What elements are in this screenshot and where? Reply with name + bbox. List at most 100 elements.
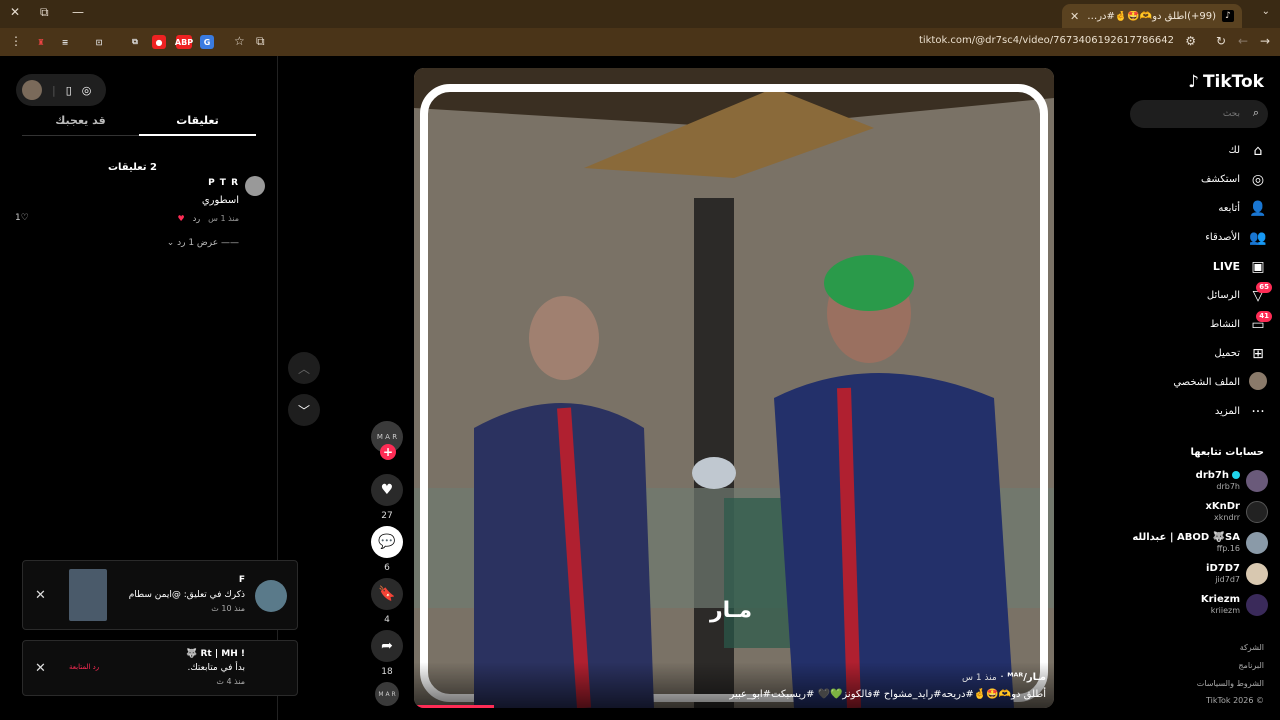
- menu-icon[interactable]: ⋮: [10, 34, 22, 48]
- share-arrow-icon: ➦: [371, 630, 403, 662]
- browser-titlebar: ✕ ⧉ — + ♪ (99+)أطلق دو🫶🤩🤞#دريحه# ✕ ⌄: [0, 0, 1280, 28]
- notification-toast[interactable]: ! Rt | MH 🐺 بدأ في متابعتك. منذ 4 ث رد ا…: [22, 640, 298, 696]
- sidebar-item-friends[interactable]: 👥 الأصدقاء: [1128, 223, 1268, 252]
- avatar[interactable]: [22, 80, 42, 100]
- footer-link-company[interactable]: الشركة: [1240, 643, 1264, 652]
- footer-link-program[interactable]: البرنامج: [1238, 661, 1264, 670]
- following-account[interactable]: xKnDr xkndrr: [1118, 501, 1268, 523]
- upload-icon: ⊞: [1252, 345, 1264, 362]
- tiktok-logo[interactable]: ♪ TikTok: [1188, 72, 1264, 92]
- restore-window-icon[interactable]: ⧉: [40, 5, 49, 20]
- install-app-icon[interactable]: ⧉: [256, 34, 265, 49]
- close-icon[interactable]: ✕: [35, 588, 46, 603]
- comment-meta: منذ 1 س رد ♥: [178, 214, 239, 223]
- adblock-icon[interactable]: ABP: [175, 35, 193, 49]
- share-button[interactable]: ➦ 18: [371, 630, 403, 677]
- close-icon[interactable]: ✕: [35, 661, 46, 676]
- sidebar-item-profile[interactable]: الملف الشخصي: [1128, 368, 1268, 397]
- video-caption: مـار/ᴹᴬᴿ · منذ 1 س أطلق دو🫶🤩🤞#دريحه#رايد…: [414, 662, 1054, 708]
- comment-text: اسطوري: [201, 195, 239, 206]
- tab-list-chevron-icon[interactable]: ⌄: [1262, 6, 1270, 17]
- following-account[interactable]: drb7h drb7h: [1118, 470, 1268, 492]
- minimize-window-icon[interactable]: —: [72, 5, 84, 19]
- sidebar-item-upload[interactable]: ⊞ تحميل: [1128, 339, 1268, 368]
- sidebar-item-label: الأصدقاء: [1205, 232, 1240, 243]
- follow-back-button[interactable]: رد المتابعة: [69, 663, 99, 671]
- account-name: Kriezm: [1200, 594, 1240, 605]
- sidebar-item-following[interactable]: 👤 أتابعه: [1128, 194, 1268, 223]
- sidebar-item-live[interactable]: ▣ LIVE: [1128, 252, 1268, 281]
- tab-title: (99+)أطلق دو🫶🤩🤞#دريحه#: [1085, 10, 1216, 22]
- video-thumbnail[interactable]: [69, 569, 107, 621]
- comment-author[interactable]: P T R: [208, 178, 239, 188]
- avatar[interactable]: [245, 176, 265, 196]
- following-account[interactable]: Kriezm kriiezm: [1118, 594, 1268, 616]
- next-video-button[interactable]: ﹀: [288, 394, 320, 426]
- search-placeholder: بحث: [1222, 109, 1240, 119]
- notification-toast[interactable]: F ذكرك في تعليق: @ايمن سطام منذ 10 ث ✕: [22, 560, 298, 630]
- sidebar-item-label: استكشف: [1201, 174, 1240, 185]
- footer-link-terms[interactable]: الشروط والسياسات: [1197, 679, 1264, 688]
- music-disc[interactable]: M A R: [371, 682, 403, 706]
- view-replies-button[interactable]: —— عرض 1 رد ⌄: [167, 238, 239, 248]
- site-settings-icon[interactable]: ⚙: [1185, 34, 1196, 48]
- screenshot-icon[interactable]: ⊡: [92, 35, 106, 49]
- previous-video-button[interactable]: ︿: [288, 352, 320, 384]
- back-icon[interactable]: →: [1260, 34, 1270, 48]
- close-window-icon[interactable]: ✕: [10, 5, 20, 19]
- profile-avatar: [1248, 371, 1268, 394]
- search-input[interactable]: ⌕ بحث: [1130, 100, 1268, 128]
- like-button[interactable]: ♥ 27: [371, 474, 403, 521]
- close-tab-icon[interactable]: ✕: [1070, 10, 1079, 23]
- url-field[interactable]: tiktok.com/@dr7sc4/video/767340619261778…: [919, 35, 1174, 46]
- comment-button[interactable]: 💬 6: [371, 526, 403, 573]
- extensions-puzzle-icon[interactable]: ⧉: [128, 35, 142, 49]
- sidebar-item-activity[interactable]: ▭ 41 النشاط: [1128, 310, 1272, 339]
- avatar: [255, 580, 287, 612]
- live-icon: ▣: [1251, 258, 1265, 275]
- sidebar-item-explore[interactable]: ◎ استكشف: [1128, 165, 1268, 194]
- account-handle: ffp.16: [1216, 544, 1240, 553]
- phone-icon[interactable]: ▯: [66, 84, 72, 97]
- compass-icon: ◎: [1251, 171, 1265, 188]
- heart-outline-icon: ♡: [20, 213, 29, 223]
- video-author[interactable]: مـار/ᴹᴬᴿ: [1007, 672, 1046, 683]
- forward-icon[interactable]: ←: [1238, 34, 1248, 48]
- comment-time: منذ 1 س: [208, 214, 239, 223]
- notification-title: F: [238, 575, 245, 585]
- tab-you-may-like[interactable]: قد يعجبك: [22, 112, 139, 136]
- browser-tab[interactable]: ♪ (99+)أطلق دو🫶🤩🤞#دريحه# ✕: [1062, 4, 1242, 28]
- following-account[interactable]: iD7D7 jid7d7: [1118, 563, 1268, 585]
- sidebar-item-label: الرسائل: [1206, 290, 1240, 301]
- playlist-icon[interactable]: ≡: [58, 35, 72, 49]
- sidebar-item-foryou[interactable]: ⌂ لك: [1128, 136, 1268, 165]
- video-progress-bar[interactable]: [414, 705, 494, 708]
- save-button[interactable]: 🔖 4: [371, 578, 403, 625]
- avatar: [1246, 470, 1268, 492]
- sidebar-item-messages[interactable]: ▽ 65 الرسائل: [1128, 281, 1272, 310]
- bookmark-star-icon[interactable]: ☆: [234, 34, 245, 48]
- sidebar-item-more[interactable]: ··· المزيد: [1128, 397, 1268, 426]
- comments-tabs: تعليقات قد يعجبك: [22, 112, 256, 136]
- tab-comments[interactable]: تعليقات: [139, 112, 256, 136]
- following-account[interactable]: ABOD 🐺SA | عبدالله ffp.16: [1118, 532, 1268, 554]
- mini-controls: | ▯ ◎: [16, 74, 106, 106]
- video-description: أطلق دو🫶🤩🤞#دريحه#رايد_مشواح #فالكونز💚🖤 #…: [729, 689, 1046, 700]
- video-extension-icon[interactable]: ●: [152, 35, 166, 49]
- more-dots-icon: ···: [1251, 403, 1265, 420]
- verified-badge-icon: [1232, 471, 1240, 479]
- compass-icon[interactable]: ◎: [82, 84, 92, 97]
- footer-copyright: © TikTok 2026: [1206, 696, 1264, 705]
- translate-icon[interactable]: G: [200, 35, 214, 49]
- video-player[interactable]: مـار مـار/ᴹᴬᴿ · منذ 1 س أطلق دو🫶🤩🤞#دريحه…: [414, 68, 1054, 708]
- notification-text: ذكرك في تعليق: @ايمن سطام: [128, 590, 245, 600]
- comment-like-button[interactable]: 1♡: [15, 213, 29, 223]
- account-handle: jid7d7: [1215, 575, 1240, 584]
- extension-icon[interactable]: ♜: [34, 35, 48, 49]
- reply-button[interactable]: رد: [193, 214, 200, 223]
- notification-title: ! Rt | MH 🐺: [186, 649, 245, 659]
- user-plus-icon: 👤: [1249, 200, 1267, 217]
- reload-icon[interactable]: ↻: [1216, 34, 1226, 48]
- sidebar-nav: ⌂ لك ◎ استكشف 👤 أتابعه 👥 الأصدقاء ▣ LIVE ▽ 65 ا…: [1128, 136, 1272, 426]
- follow-plus-button[interactable]: +: [380, 444, 396, 460]
